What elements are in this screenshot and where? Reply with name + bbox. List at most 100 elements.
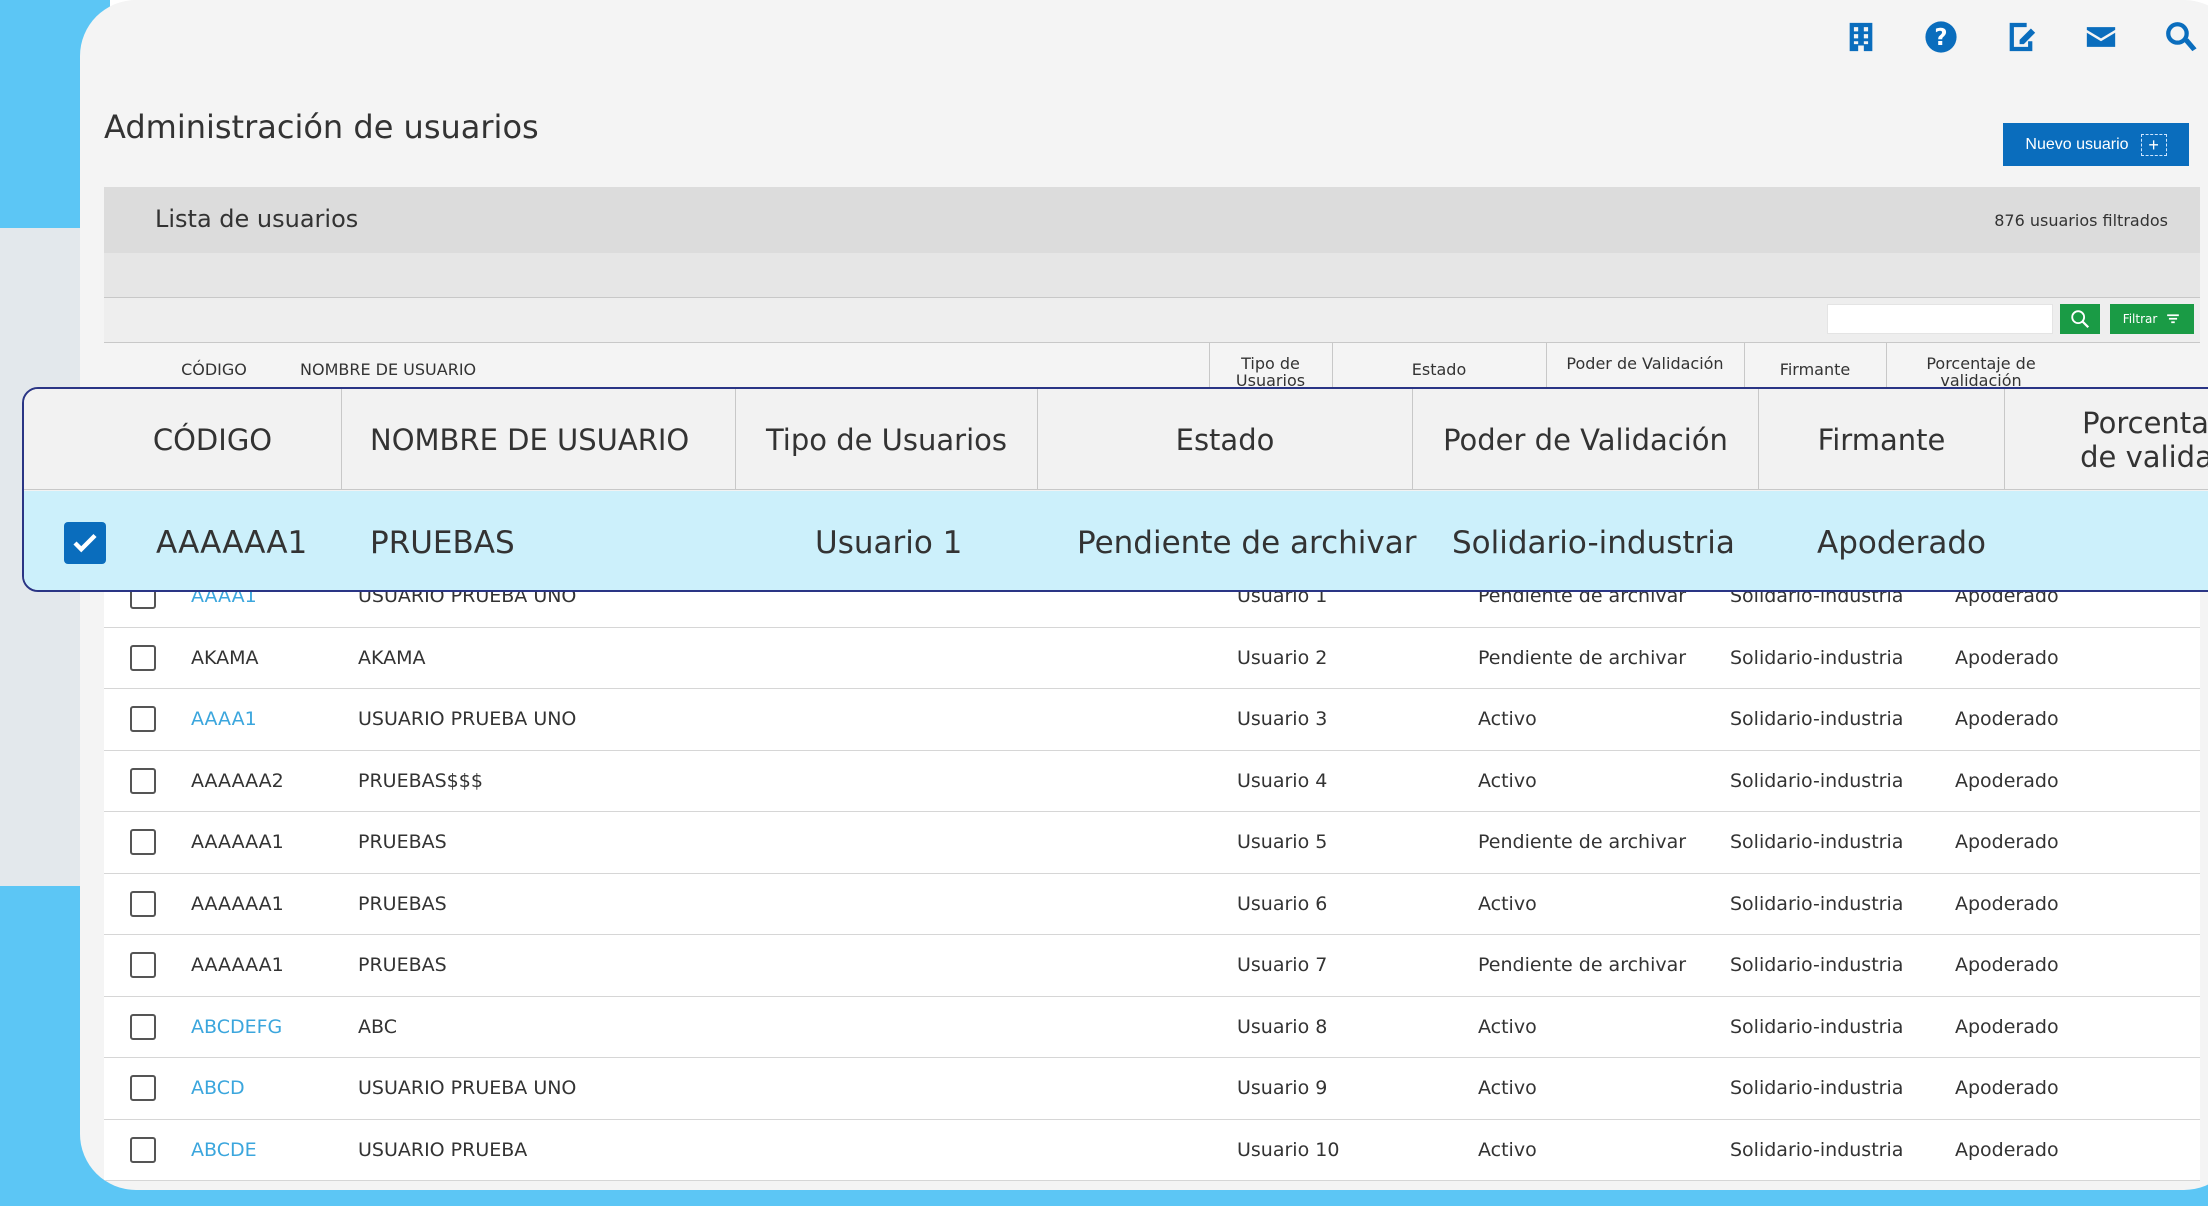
- app-window: ? Administración de usuarios Nuevo usuar…: [80, 0, 2208, 1190]
- list-band: [104, 253, 2200, 298]
- building-icon[interactable]: [1842, 18, 1880, 56]
- column-header-signer: Firmante: [1779, 360, 1851, 379]
- cell-state: Activo: [1478, 1015, 1537, 1038]
- cell-validation-power: Solidario-industria: [1730, 646, 1904, 669]
- cell-username: AKAMA: [358, 646, 426, 669]
- row-checkbox-checked[interactable]: [64, 521, 106, 564]
- cell-user-type: Usuario 7: [1237, 954, 1328, 977]
- users-table: AAAA1 USUARIO PRUEBA UNO Usuario 1 Pendient…: [104, 566, 2200, 1181]
- cell-validation-power: Solidario-industria: [1730, 1077, 1904, 1100]
- filter-label: Filtrar: [2122, 312, 2158, 326]
- svg-text:?: ?: [1934, 25, 1947, 51]
- cell-user-type: Usuario 2: [1237, 646, 1328, 669]
- zoom-header-code: CÓDIGO: [24, 389, 342, 490]
- row-checkbox[interactable]: [130, 1136, 156, 1163]
- row-checkbox[interactable]: [130, 1013, 156, 1040]
- table-row[interactable]: ABCD USUARIO PRUEBA UNO Usuario 9 Activo Sol…: [104, 1058, 2200, 1120]
- row-checkbox[interactable]: [130, 767, 156, 794]
- cell-username: PRUEBAS: [358, 954, 447, 977]
- row-checkbox[interactable]: [130, 952, 156, 979]
- cell-code[interactable]: ABCD: [191, 1077, 245, 1099]
- cell-code: AAAAAA2: [191, 769, 284, 792]
- filter-button[interactable]: Filtrar: [2110, 304, 2194, 334]
- table-header-behind: CÓDIGO NOMBRE DE USUARIO Tipo de Usuario…: [104, 343, 2200, 388]
- table-row[interactable]: ABCDEFG ABC Usuario 8 Activo Solidario-indus…: [104, 996, 2200, 1058]
- search-button[interactable]: [2060, 304, 2100, 334]
- column-header-name: NOMBRE DE USUARIO: [300, 360, 477, 379]
- cell-signer: Apoderado: [1955, 769, 2059, 792]
- cell-validation-power: Solidario-industria: [1730, 1138, 1904, 1161]
- row-checkbox[interactable]: [130, 706, 156, 733]
- zoom-cell-type: Usuario 1: [815, 524, 963, 561]
- cell-state: Activo: [1478, 1138, 1537, 1161]
- table-row[interactable]: AAAAAA1 PRUEBAS Usuario 5 Pendiente de arch…: [104, 812, 2200, 874]
- row-checkbox[interactable]: [130, 890, 156, 917]
- column-header-percent: Porcentaje de validación: [1926, 354, 2036, 388]
- column-header-power: Poder de Validación: [1566, 354, 1724, 373]
- cell-validation-power: Solidario-industria: [1730, 708, 1904, 731]
- top-toolbar: ?: [1842, 18, 2200, 56]
- list-title: Lista de usuarios: [155, 205, 359, 233]
- zoomed-header-row: CÓDIGO NOMBRE DE USUARIO Tipo de Usuario…: [24, 389, 2208, 490]
- cell-user-type: Usuario 4: [1237, 769, 1328, 792]
- cell-username: PRUEBAS: [358, 892, 447, 915]
- list-header: Lista de usuarios 876 usuarios filtrados: [104, 187, 2200, 253]
- cell-code[interactable]: ABCDE: [191, 1139, 257, 1161]
- zoom-cell-signer: Apoderado: [1817, 524, 1986, 561]
- cell-username: PRUEBAS$$$: [358, 769, 483, 792]
- cell-state: Pendiente de archivar: [1478, 831, 1687, 854]
- cell-validation-power: Solidario-industria: [1730, 769, 1904, 792]
- table-row[interactable]: AKAMA AKAMA Usuario 2 Pendiente de archivar…: [104, 627, 2200, 689]
- zoomed-table-callout: CÓDIGO NOMBRE DE USUARIO Tipo de Usuario…: [22, 387, 2208, 592]
- table-row[interactable]: AAAAAA2 PRUEBAS$$$ Usuario 4 Activo Solidari…: [104, 750, 2200, 812]
- cell-signer: Apoderado: [1955, 831, 2059, 854]
- zoom-header-state: Estado: [1038, 389, 1413, 490]
- cell-code: AAAAAA1: [191, 954, 284, 977]
- cell-state: Pendiente de archivar: [1478, 954, 1687, 977]
- cell-user-type: Usuario 5: [1237, 831, 1328, 854]
- column-header-state: Estado: [1411, 360, 1467, 379]
- cell-username: USUARIO PRUEBA UNO: [358, 1077, 577, 1100]
- edit-icon[interactable]: [2002, 18, 2040, 56]
- row-checkbox[interactable]: [130, 829, 156, 856]
- cell-validation-power: Solidario-industria: [1730, 892, 1904, 915]
- filtered-count: 876 usuarios filtrados: [1994, 211, 2168, 230]
- zoom-cell-power: Solidario-industria: [1452, 524, 1735, 561]
- cell-state: Activo: [1478, 1077, 1537, 1100]
- cell-validation-power: Solidario-industria: [1730, 1015, 1904, 1038]
- cell-signer: Apoderado: [1955, 1015, 2059, 1038]
- cell-user-type: Usuario 3: [1237, 708, 1328, 731]
- zoomed-selected-row[interactable]: AAAAAA1 PRUEBAS Usuario 1 Pendiente de a…: [24, 491, 2208, 590]
- search-input[interactable]: [1827, 304, 2053, 334]
- mail-icon[interactable]: [2082, 18, 2120, 56]
- table-row[interactable]: AAAAAA1 PRUEBAS Usuario 7 Pendiente de arch…: [104, 935, 2200, 997]
- zoom-header-type: Tipo de Usuarios: [736, 389, 1038, 490]
- cell-user-type: Usuario 9: [1237, 1077, 1328, 1100]
- table-row[interactable]: AAAA1 USUARIO PRUEBA UNO Usuario 3 Activo So…: [104, 689, 2200, 751]
- cell-username: PRUEBAS: [358, 831, 447, 854]
- table-row[interactable]: ABCDE USUARIO PRUEBA Usuario 10 Activo Solid…: [104, 1119, 2200, 1181]
- cell-code: AKAMA: [191, 646, 259, 669]
- cell-username: ABC: [358, 1015, 397, 1038]
- cell-code: AAAAAA1: [191, 831, 284, 854]
- zoom-cell-code: AAAAAA1: [156, 524, 308, 561]
- cell-code[interactable]: AAAA1: [191, 708, 257, 730]
- search-icon[interactable]: [2162, 18, 2200, 56]
- cell-signer: Apoderado: [1955, 954, 2059, 977]
- column-header-type: Tipo de Usuarios: [1235, 354, 1306, 388]
- cell-user-type: Usuario 8: [1237, 1015, 1328, 1038]
- row-checkbox[interactable]: [130, 1075, 156, 1102]
- cell-validation-power: Solidario-industria: [1730, 954, 1904, 977]
- cell-user-type: Usuario 6: [1237, 892, 1328, 915]
- row-checkbox[interactable]: [130, 644, 156, 671]
- help-icon[interactable]: ?: [1922, 18, 1960, 56]
- new-user-button[interactable]: Nuevo usuario +: [2003, 123, 2189, 166]
- search-icon: [2071, 310, 2090, 329]
- filter-icon: [2167, 314, 2180, 324]
- cell-username: USUARIO PRUEBA: [358, 1138, 528, 1161]
- cell-signer: Apoderado: [1955, 646, 2059, 669]
- cell-code[interactable]: ABCDEFG: [191, 1016, 282, 1038]
- check-icon: [73, 533, 97, 552]
- cell-validation-power: Solidario-industria: [1730, 831, 1904, 854]
- table-row[interactable]: AAAAAA1 PRUEBAS Usuario 6 Activo Solidario-i…: [104, 873, 2200, 935]
